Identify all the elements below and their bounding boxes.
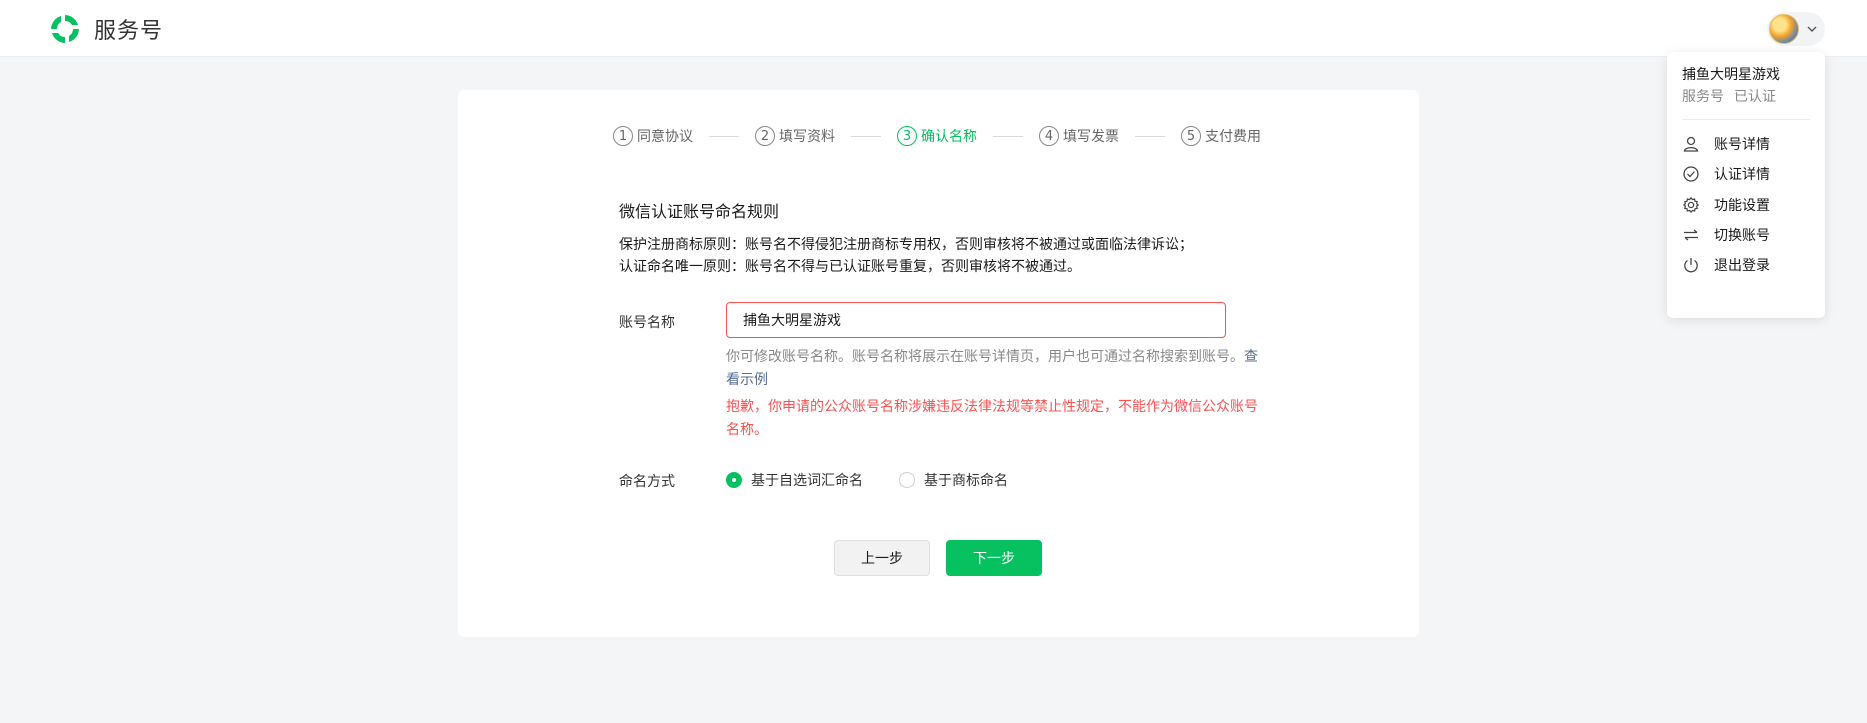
step-number: 3 — [897, 126, 917, 146]
menu-item-label: 切换账号 — [1714, 228, 1770, 244]
step-number: 4 — [1039, 126, 1059, 146]
step-2: 2 填写资料 — [755, 126, 835, 146]
trademark-rule: 保护注册商标原则：账号名不得侵犯注册商标专用权，否则审核将不被通过或面临法律诉讼… — [619, 237, 1193, 253]
switch-icon — [1684, 229, 1698, 241]
step-label: 填写资料 — [779, 129, 835, 145]
radio-custom-words[interactable]: 基于自选词汇命名 — [726, 470, 863, 490]
main-card: 1 同意协议 2 填写资料 3 确认名称 4 填写发票 5 支付费用 微信认证账… — [458, 90, 1419, 637]
radio-label: 基于自选词汇命名 — [751, 473, 863, 489]
previous-step-button[interactable]: 上一步 — [834, 540, 930, 576]
menu-divider — [1682, 119, 1810, 120]
menu-item-label: 功能设置 — [1714, 198, 1770, 214]
account-menu: 捕鱼大明星游戏 服务号 已认证 账号详情 认证详情 功能设置 切换账号 退出登录 — [1667, 52, 1825, 318]
uniqueness-rule: 认证命名唯一原则：账号名不得与已认证账号重复，否则审核将不被通过。 — [619, 259, 1081, 275]
step-connector — [993, 135, 1023, 137]
avatar — [1769, 14, 1799, 44]
step-label: 同意协议 — [637, 129, 693, 145]
next-step-button[interactable]: 下一步 — [946, 540, 1042, 576]
hint-text: 你可修改账号名称。账号名称将展示在账号详情页，用户也可通过名称搜索到账号。 — [726, 349, 1244, 365]
top-bar: 服务号 — [0, 0, 1867, 57]
menu-item-label: 退出登录 — [1714, 258, 1770, 274]
naming-method-radio-group: 基于自选词汇命名 基于商标命名 — [726, 470, 1044, 490]
step-4: 4 填写发票 — [1039, 126, 1119, 146]
account-avatar-button[interactable] — [1767, 12, 1825, 46]
step-number: 2 — [755, 126, 775, 146]
user-icon — [1683, 136, 1699, 152]
naming-method-label: 命名方式 — [619, 474, 675, 490]
menu-item-logout[interactable]: 退出登录 — [1682, 255, 1770, 275]
step-progress: 1 同意协议 2 填写资料 3 确认名称 4 填写发票 5 支付费用 — [613, 126, 1261, 146]
step-label: 支付费用 — [1205, 129, 1261, 145]
menu-item-switch-account[interactable]: 切换账号 — [1682, 225, 1770, 245]
step-3: 3 确认名称 — [897, 126, 977, 146]
account-name-label: 账号名称 — [619, 315, 675, 331]
chevron-down-icon — [1807, 26, 1817, 32]
radio-trademark[interactable]: 基于商标命名 — [899, 470, 1008, 490]
power-icon — [1684, 258, 1698, 273]
menu-item-label: 认证详情 — [1714, 167, 1770, 183]
check-circle-icon — [1683, 166, 1699, 182]
brand[interactable]: 服务号 — [48, 12, 163, 46]
naming-rules: 微信认证账号命名规则 保护注册商标原则：账号名不得侵犯注册商标专用权，否则审核将… — [619, 198, 1193, 278]
step-connector — [1135, 135, 1165, 137]
menu-item-settings[interactable]: 功能设置 — [1682, 195, 1770, 215]
step-5: 5 支付费用 — [1181, 126, 1261, 146]
step-connector — [709, 135, 739, 137]
account-menu-name: 捕鱼大明星游戏 — [1682, 67, 1780, 83]
account-name-error: 抱歉，你申请的公众账号名称涉嫌违反法律法规等禁止性规定，不能作为微信公众账号名称… — [726, 399, 1258, 438]
step-number: 1 — [613, 126, 633, 146]
step-label: 填写发票 — [1063, 129, 1119, 145]
account-name-hint: 你可修改账号名称。账号名称将展示在账号详情页，用户也可通过名称搜索到账号。查看示… — [726, 346, 1266, 392]
account-type: 服务号 — [1682, 89, 1724, 105]
step-connector — [851, 135, 881, 137]
naming-rules-title: 微信认证账号命名规则 — [619, 202, 780, 221]
brand-name: 服务号 — [94, 19, 164, 44]
verified-status: 已认证 — [1734, 89, 1776, 105]
radio-checked-icon — [726, 472, 742, 488]
account-name-input[interactable] — [726, 302, 1226, 338]
radio-unchecked-icon — [899, 472, 915, 488]
menu-item-verification-details[interactable]: 认证详情 — [1682, 164, 1770, 184]
step-label: 确认名称 — [921, 129, 977, 145]
menu-item-label: 账号详情 — [1714, 137, 1770, 153]
service-account-logo-icon — [51, 15, 79, 43]
menu-item-account-details[interactable]: 账号详情 — [1682, 134, 1770, 154]
gear-icon — [1682, 196, 1700, 214]
step-number: 5 — [1181, 126, 1201, 146]
account-menu-meta: 服务号 已认证 — [1682, 86, 1776, 106]
step-1: 1 同意协议 — [613, 126, 693, 146]
radio-label: 基于商标命名 — [924, 473, 1008, 489]
